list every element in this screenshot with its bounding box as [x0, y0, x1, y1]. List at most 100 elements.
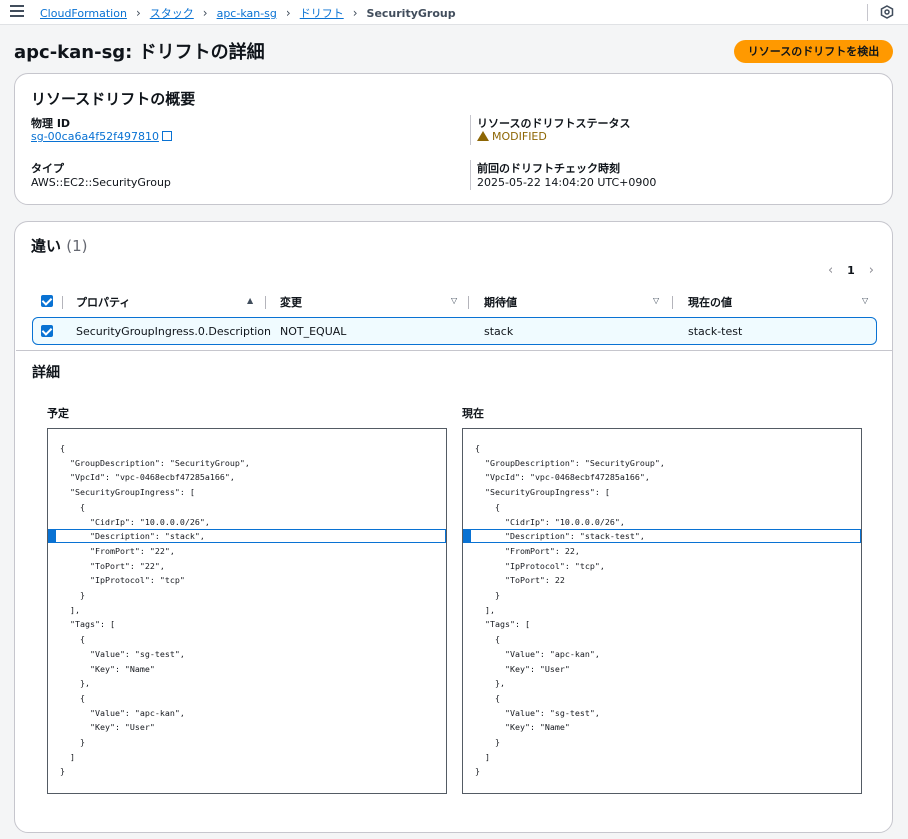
- settings-hexagon-icon[interactable]: [880, 5, 894, 19]
- divider: [672, 296, 673, 309]
- column-header-change[interactable]: 変更: [280, 294, 302, 310]
- sort-icon[interactable]: ▽: [862, 296, 868, 305]
- breadcrumb-cloudformation[interactable]: CloudFormation: [40, 7, 127, 20]
- sort-ascending-icon[interactable]: ▲: [247, 296, 253, 305]
- differences-title: 違い: [31, 237, 62, 255]
- chevron-right-icon: ›: [202, 6, 208, 20]
- current-json-viewer[interactable]: { "GroupDescription": "SecurityGroup", "…: [462, 428, 862, 794]
- column-header-expected[interactable]: 期待値: [484, 294, 517, 310]
- breadcrumb-drift[interactable]: ドリフト: [300, 5, 344, 21]
- code-line: }: [475, 590, 500, 600]
- divider: [470, 160, 471, 190]
- details-heading: 詳細: [32, 365, 60, 381]
- type-label: タイプ: [31, 162, 64, 175]
- summary-heading: リソースドリフトの概要: [31, 90, 196, 108]
- chevron-right-icon: ›: [135, 6, 141, 20]
- code-line: {: [475, 634, 500, 645]
- sort-icon[interactable]: ▽: [451, 296, 457, 305]
- code-line: "Tags": [: [475, 619, 530, 630]
- expected-label: 予定: [47, 407, 69, 420]
- breadcrumb: CloudFormation › スタック › apc-kan-sg › ドリフ…: [40, 5, 456, 21]
- code-line: "VpcId": "vpc-0468ecbf47285a166",: [475, 472, 650, 483]
- page-number[interactable]: 1: [847, 264, 855, 277]
- code-line: }: [60, 766, 65, 777]
- code-line: }: [475, 766, 480, 777]
- code-line: }: [475, 737, 500, 747]
- code-line: "Value": "apc-kan",: [475, 648, 600, 659]
- code-line: },: [60, 678, 90, 689]
- divider: [867, 4, 868, 21]
- code-line: "VpcId": "vpc-0468ecbf47285a166",: [60, 472, 235, 483]
- divider: [468, 296, 469, 309]
- chevron-left-icon[interactable]: ‹: [828, 263, 833, 278]
- last-check-label: 前回のドリフトチェック時刻: [477, 162, 620, 175]
- code-line: ]: [60, 751, 75, 762]
- sort-icon[interactable]: ▽: [653, 296, 659, 305]
- page-title: apc-kan-sg: ドリフトの詳細: [14, 42, 265, 63]
- code-line: ]: [475, 751, 490, 762]
- code-line: {: [475, 692, 500, 703]
- breadcrumb-stacks[interactable]: スタック: [150, 5, 194, 21]
- menu-icon[interactable]: [10, 5, 24, 19]
- changed-line-marker: [49, 530, 56, 543]
- code-line: "Key": "Name": [475, 722, 570, 733]
- code-line: "Key": "Name": [60, 663, 155, 674]
- physical-id-label: 物理 ID: [31, 117, 71, 130]
- breadcrumb-stack[interactable]: apc-kan-sg: [217, 7, 277, 20]
- code-line: "Key": "User": [60, 722, 155, 733]
- column-header-property[interactable]: プロパティ: [76, 294, 130, 310]
- code-line: "FromPort": "22",: [60, 545, 175, 556]
- code-line: {: [475, 443, 480, 453]
- last-check-value: 2025-05-22 14:04:20 UTC+0900: [477, 176, 657, 189]
- code-line: "SecurityGroupIngress": [: [60, 487, 195, 498]
- cell-change: NOT_EQUAL: [280, 325, 347, 338]
- table-row[interactable]: SecurityGroupIngress.0.Description NOT_E…: [32, 317, 877, 345]
- top-bar: CloudFormation › スタック › apc-kan-sg › ドリフ…: [0, 0, 908, 25]
- column-header-current[interactable]: 現在の値: [688, 294, 732, 310]
- code-line: {: [60, 634, 85, 645]
- code-line: }: [60, 737, 85, 747]
- differences-heading: 違い (1): [31, 235, 88, 256]
- changed-line-marker: [464, 530, 471, 543]
- code-line: "ToPort": 22: [475, 575, 565, 586]
- detect-drift-button[interactable]: リソースのドリフトを検出: [734, 40, 893, 63]
- type-value: AWS::EC2::SecurityGroup: [31, 176, 171, 189]
- code-line: {: [60, 443, 65, 453]
- divider: [265, 296, 266, 309]
- physical-id-value[interactable]: sg-00ca6a4f52f497810: [31, 130, 172, 143]
- cell-property: SecurityGroupIngress.0.Description: [76, 325, 272, 338]
- drift-summary-card: リソースドリフトの概要 物理 ID sg-00ca6a4f52f497810 タ…: [14, 73, 893, 205]
- code-line: {: [475, 501, 500, 512]
- code-line: "Value": "apc-kan",: [60, 707, 185, 718]
- differences-count: (1): [66, 237, 88, 255]
- divider: [470, 115, 471, 145]
- chevron-right-icon[interactable]: ›: [869, 263, 874, 278]
- code-line: },: [475, 678, 505, 689]
- code-line: }: [60, 590, 85, 600]
- breadcrumb-current: SecurityGroup: [366, 6, 456, 20]
- code-line: "SecurityGroupIngress": [: [475, 487, 610, 498]
- code-line: "Description": "stack-test",: [475, 531, 645, 542]
- code-line: "IpProtocol": "tcp": [60, 575, 185, 586]
- row-checkbox[interactable]: [41, 325, 53, 337]
- drift-status-value: MODIFIED: [477, 130, 547, 143]
- code-line: ],: [60, 604, 80, 615]
- chevron-right-icon: ›: [285, 6, 291, 20]
- physical-id-link[interactable]: sg-00ca6a4f52f497810: [31, 130, 159, 143]
- code-line: "CidrIp": "10.0.0.0/26",: [475, 516, 625, 527]
- drift-status-label: リソースのドリフトステータス: [477, 117, 631, 130]
- current-label: 現在: [462, 407, 484, 420]
- drift-status-text: MODIFIED: [492, 130, 547, 143]
- chevron-right-icon: ›: [352, 6, 358, 20]
- differences-card: 違い (1) ‹ 1 › プロパティ ▲ 変更 ▽ 期待値 ▽ 現在の値 ▽ S…: [14, 221, 893, 833]
- pagination: ‹ 1 ›: [828, 263, 874, 278]
- external-link-icon: [161, 131, 172, 141]
- expected-json-viewer[interactable]: { "GroupDescription": "SecurityGroup", "…: [47, 428, 447, 794]
- warning-icon: [477, 131, 489, 141]
- code-line: "IpProtocol": "tcp",: [475, 560, 605, 571]
- code-line: {: [60, 501, 85, 512]
- cell-current: stack-test: [688, 325, 743, 338]
- select-all-checkbox[interactable]: [41, 295, 53, 307]
- code-line: "CidrIp": "10.0.0.0/26",: [60, 516, 210, 527]
- code-line: "Description": "stack",: [60, 531, 205, 542]
